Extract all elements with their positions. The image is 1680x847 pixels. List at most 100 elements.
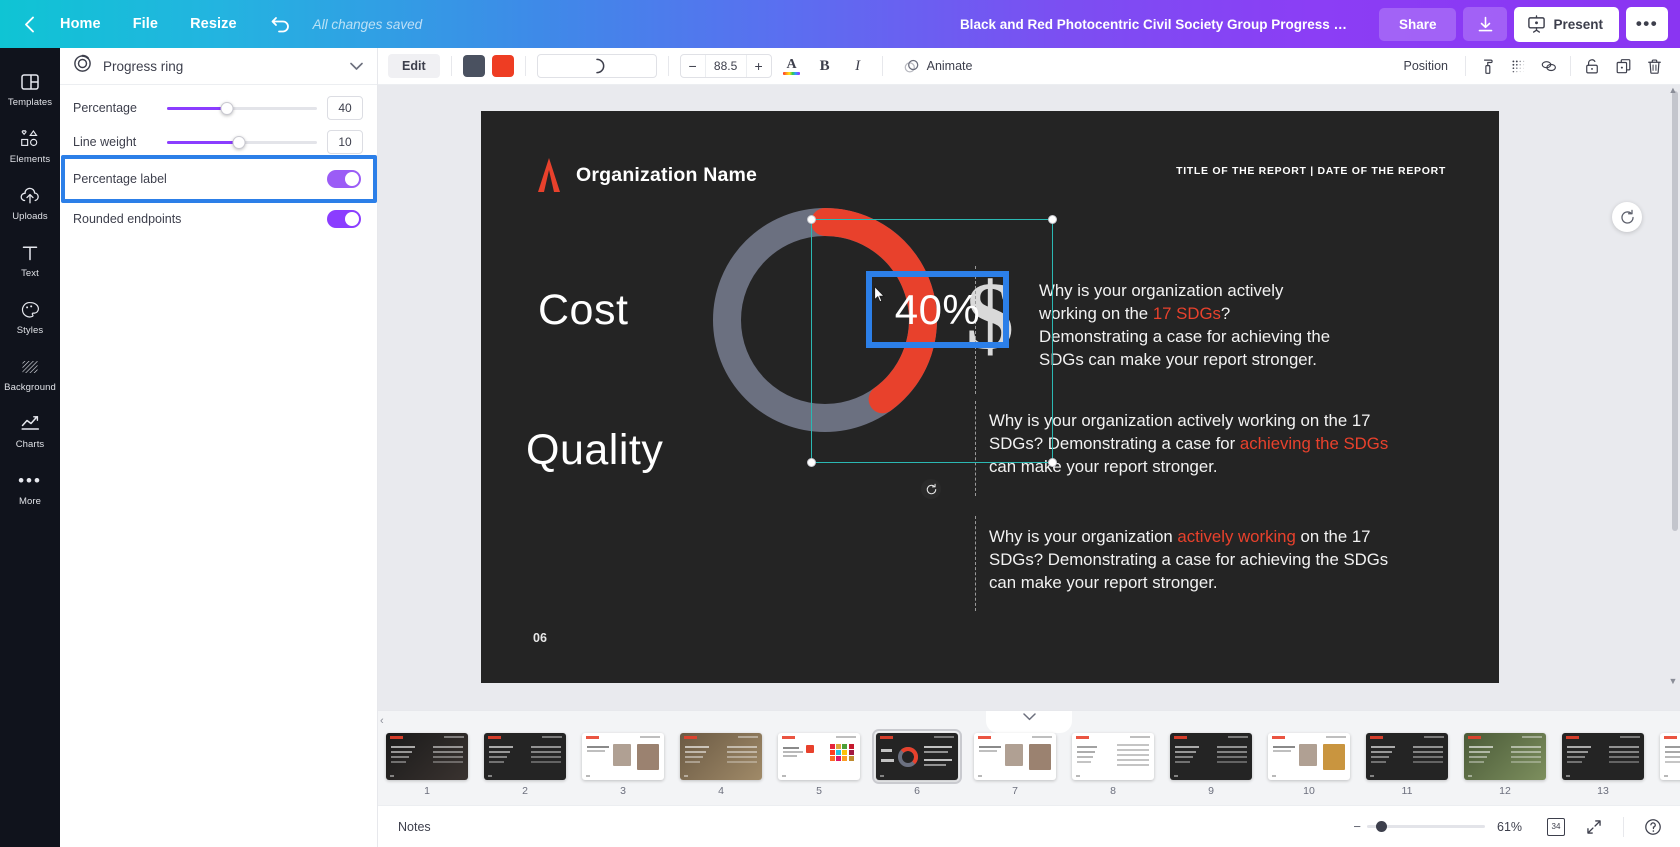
sidebar-item-background[interactable]: Background [0,345,60,402]
percentage-label-toggle-row[interactable]: Percentage label [60,159,377,199]
italic-button[interactable]: I [845,54,871,78]
more-options-button[interactable]: ••• [1626,7,1668,41]
size-increase-button[interactable]: + [747,55,771,77]
notes-button[interactable]: Notes [390,815,439,839]
zoom-out-button[interactable]: − [1353,819,1361,834]
quality-label[interactable]: Quality [526,426,663,475]
thumbnail-image[interactable] [680,733,762,780]
zoom-slider-group[interactable]: − [1353,819,1485,834]
zoom-slider-track[interactable] [1367,821,1485,832]
slide-thumbnail[interactable]: 5 [778,733,860,797]
slide-thumbnail[interactable]: 3 [582,733,664,797]
text-block-2[interactable]: Why is your organization actively workin… [989,409,1389,478]
line-weight-slider[interactable] [167,133,317,151]
element-rotate-handle[interactable] [921,479,941,499]
thumbnail-image[interactable] [386,733,468,780]
zoom-slider-knob[interactable] [1376,821,1388,832]
thumbnail-image[interactable] [1562,733,1644,780]
slider-knob[interactable] [220,101,234,115]
resize-handle-bottom-left[interactable] [807,458,816,467]
thumbnail-image[interactable] [974,733,1056,780]
text-block-3[interactable]: Why is your organization actively workin… [989,525,1389,594]
help-button[interactable] [1640,814,1666,840]
thumbnail-image[interactable] [484,733,566,780]
sidebar-item-uploads[interactable]: Uploads [0,174,60,231]
sidebar-item-more[interactable]: ••• More [0,459,60,516]
size-decrease-button[interactable]: − [681,55,705,77]
slide-thumbnail[interactable]: 8 [1072,733,1154,797]
document-title[interactable]: Black and Red Photocentric Civil Society… [948,10,1368,39]
thumbnail-image[interactable] [1268,733,1350,780]
slide-thumbnail[interactable]: 7 [974,733,1056,797]
shape-style-picker[interactable] [536,54,657,78]
share-button[interactable]: Share [1378,7,1457,41]
thumbnail-image[interactable] [1072,733,1154,780]
slide-thumbnail[interactable]: 4 [680,733,762,797]
color-swatch-track[interactable] [462,55,485,77]
font-color-button[interactable]: A [779,57,805,75]
animate-button[interactable]: Animate [894,53,982,80]
thumbnail-image[interactable] [582,733,664,780]
fullscreen-button[interactable] [1581,814,1607,840]
canvas-vertical-scrollbar[interactable] [1672,91,1678,691]
chevron-down-icon[interactable] [350,62,363,71]
percentage-label-toggle[interactable] [327,170,361,188]
position-button[interactable]: Position [1394,54,1458,78]
back-button[interactable] [14,9,44,39]
sidebar-item-charts[interactable]: Charts [0,402,60,459]
edit-button[interactable]: Edit [388,54,440,78]
bold-button[interactable]: B [812,54,838,78]
sidebar-item-text[interactable]: Text [0,231,60,288]
percentage-slider[interactable] [167,99,317,117]
canvas-rotate-button[interactable] [1612,202,1642,232]
slide-thumbnail[interactable]: 12 [1464,733,1546,797]
thumbnail-image[interactable] [1464,733,1546,780]
slide-thumbnail[interactable]: 14 [1660,733,1680,797]
percentage-input[interactable]: 40 [327,96,363,120]
canvas-area[interactable]: ▲ ▼ Organization Name TITLE OF THE REPOR… [378,85,1680,710]
thumbnail-image[interactable] [1366,733,1448,780]
slide-thumbnail[interactable]: 11 [1366,733,1448,797]
slide-thumbnail[interactable]: 1 [386,733,468,797]
percentage-label-selection[interactable]: 40% [866,271,1009,348]
scrollbar-thumb[interactable] [1672,91,1678,531]
present-button[interactable]: Present [1514,6,1619,42]
text-block-1[interactable]: Why is your organization actively workin… [1039,279,1339,371]
line-weight-input[interactable]: 10 [327,130,363,154]
delete-button[interactable] [1640,53,1668,79]
transparency-button[interactable] [1473,53,1501,79]
slide-thumbnail[interactable]: 2 [484,733,566,797]
zoom-value[interactable]: 61% [1497,820,1531,834]
strip-scroll-left-button[interactable]: ‹ [380,715,384,727]
file-menu[interactable]: File [117,9,174,39]
slide-thumbnail[interactable]: 10 [1268,733,1350,797]
size-stepper[interactable]: − 88.5 + [679,54,772,78]
size-value-input[interactable]: 88.5 [704,55,747,77]
page-count-button[interactable]: 34 [1543,814,1569,840]
duplicate-button[interactable] [1609,53,1637,79]
slide-thumbnail[interactable]: 13 [1562,733,1644,797]
scroll-down-arrow[interactable]: ▼ [1666,674,1680,688]
effects-button[interactable] [1504,53,1532,79]
sidebar-item-elements[interactable]: Elements [0,117,60,174]
slide-canvas[interactable]: Organization Name TITLE OF THE REPORT | … [481,111,1499,683]
slider-knob[interactable] [232,135,246,149]
thumbnail-image[interactable] [778,733,860,780]
thumbnail-image[interactable] [1170,733,1252,780]
sidebar-item-templates[interactable]: Templates [0,60,60,117]
link-button[interactable] [1535,53,1563,79]
slide-thumbnail[interactable]: 9 [1170,733,1252,797]
sidebar-item-styles[interactable]: Styles [0,288,60,345]
thumbnail-image[interactable] [1660,733,1680,780]
slide-thumbnail[interactable]: 6 [872,729,962,797]
color-swatch-progress[interactable] [491,55,514,77]
lock-button[interactable] [1578,53,1606,79]
rounded-endpoints-toggle[interactable] [327,210,361,228]
panel-header[interactable]: Progress ring [60,48,377,85]
home-menu[interactable]: Home [44,9,117,39]
download-button[interactable] [1463,7,1508,41]
scroll-up-arrow[interactable]: ▲ [1666,83,1680,97]
strip-collapse-button[interactable] [986,711,1072,733]
resize-handle-top-right[interactable] [1048,215,1057,224]
rounded-endpoints-toggle-row[interactable]: Rounded endpoints [60,199,377,239]
